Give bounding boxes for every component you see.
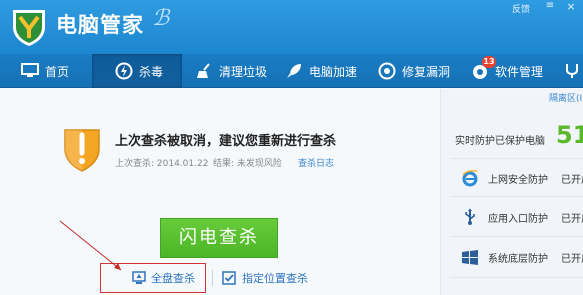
- repair-icon: [377, 61, 397, 81]
- tab-software[interactable]: 软件管理: [470, 54, 543, 88]
- tab-home-label: 首页: [45, 64, 70, 79]
- realtime-protection-label: 实时防护已保护电脑: [455, 136, 545, 147]
- close-icon[interactable]: ×: [563, 0, 579, 14]
- full-scan-icon: [132, 271, 146, 285]
- system-protection-status: 已开启: [561, 253, 583, 265]
- tab-speedup-label: 电脑加速: [309, 64, 358, 79]
- divider: [450, 277, 583, 278]
- tab-speedup[interactable]: 电脑加速: [284, 54, 357, 88]
- full-scan-button[interactable]: 全盘查杀: [100, 263, 206, 293]
- custom-scan-label: 指定位置查杀: [242, 272, 308, 285]
- virus-scan-icon: [114, 61, 134, 81]
- last-scan-result: 结果: 未发现风险: [213, 159, 282, 169]
- menu-icon[interactable]: ≡: [543, 0, 557, 14]
- app-entry-protection-row[interactable]: 应用入口防护 已开启: [460, 207, 583, 227]
- divider: [212, 270, 213, 286]
- quarantine-link[interactable]: 隔离区(I: [549, 91, 582, 104]
- rocket-icon: [284, 61, 304, 81]
- tab-home[interactable]: 首页: [20, 54, 69, 88]
- custom-scan-button[interactable]: 指定位置查杀: [222, 270, 308, 286]
- divider: [450, 158, 583, 159]
- app-entry-protection-status: 已开启: [561, 213, 583, 225]
- divider: [450, 196, 583, 197]
- broom-icon: [194, 61, 214, 81]
- usb-icon: [460, 207, 480, 227]
- scan-log-link[interactable]: 查杀日志: [298, 156, 334, 169]
- windows-icon: [460, 247, 480, 267]
- web-protection-label: 上网安全防护: [488, 174, 548, 186]
- app-entry-protection-label: 应用入口防护: [488, 213, 548, 225]
- tab-checkup[interactable]: [562, 54, 583, 88]
- protection-days-count: 51: [556, 121, 583, 149]
- stethoscope-icon: [562, 61, 582, 81]
- ie-icon: [460, 168, 480, 188]
- custom-scan-icon: [222, 271, 236, 285]
- tab-antivirus[interactable]: 杀毒: [92, 54, 182, 88]
- system-protection-row[interactable]: 系统底层防护 已开启: [460, 247, 583, 267]
- last-scan-date: 上次查杀: 2014.01.22: [115, 159, 209, 169]
- system-protection-label: 系统底层防护: [488, 253, 548, 265]
- tab-cleanup[interactable]: 清理垃圾: [194, 54, 267, 88]
- tab-software-label: 软件管理: [495, 64, 544, 79]
- software-update-badge: 13: [482, 56, 496, 68]
- scan-status-headline: 上次查杀被取消，建议您重新进行查杀: [115, 134, 337, 149]
- app-title: 电脑管家: [56, 13, 144, 37]
- app-title-mark: ℬ: [152, 6, 170, 31]
- monitor-icon: [20, 61, 40, 81]
- tab-repair[interactable]: 修复漏洞: [377, 54, 450, 88]
- warning-shield-icon: [64, 129, 100, 172]
- full-scan-label: 全盘查杀: [151, 272, 195, 285]
- divider: [450, 236, 583, 237]
- guard-shield-logo-icon: [13, 10, 45, 46]
- antivirus-panel: [0, 89, 440, 295]
- web-protection-status: 已开启: [561, 174, 583, 186]
- tab-antivirus-label: 杀毒: [139, 64, 164, 79]
- web-protection-row[interactable]: 上网安全防护 已开启: [460, 168, 583, 188]
- tab-repair-label: 修复漏洞: [402, 64, 451, 79]
- feedback-link[interactable]: 反馈: [512, 2, 530, 15]
- flash-scan-button[interactable]: 闪电查杀: [160, 218, 278, 258]
- title-bar: 电脑管家 ℬ 反馈 ≡ ×: [0, 0, 583, 54]
- tab-cleanup-label: 清理垃圾: [219, 64, 268, 79]
